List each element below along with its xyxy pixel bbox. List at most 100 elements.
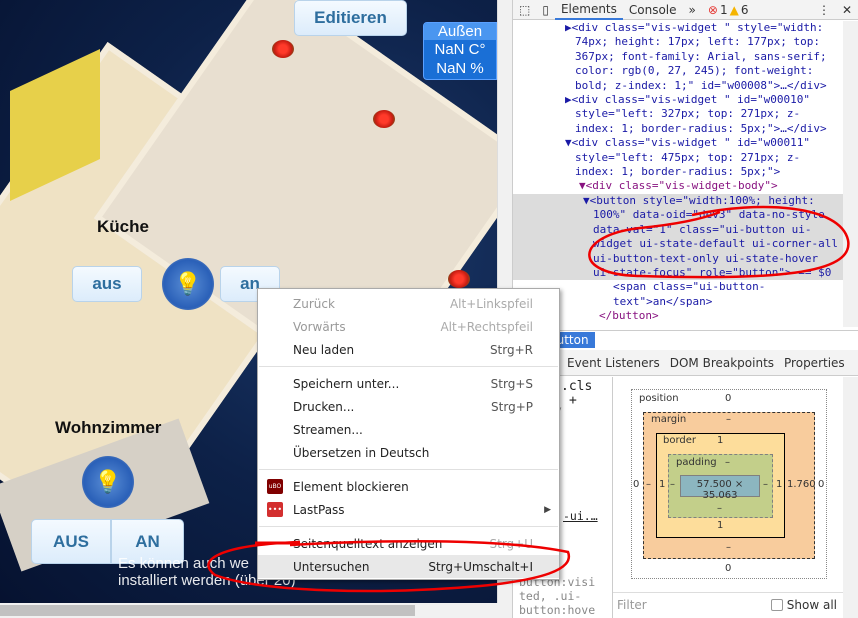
warning-icon: ▲	[729, 2, 739, 17]
filter-input[interactable]: Filter	[617, 598, 647, 612]
margin-top: –	[726, 414, 731, 425]
box-model: position margin border padding 57.500 × …	[613, 377, 843, 589]
dom-node[interactable]: <span class="ui-button-text">an</span>	[513, 280, 843, 309]
tab-event-listeners[interactable]: Event Listeners	[567, 356, 660, 370]
dom-node[interactable]: ▼<div class="vis-widget-body">	[513, 179, 843, 193]
menu-shortcut: Strg+R	[489, 342, 533, 357]
show-all-checkbox[interactable]: Show all	[770, 597, 837, 612]
flower-decoration	[373, 110, 395, 128]
livingroom-off-button[interactable]: AUS	[31, 519, 111, 564]
style-selector: ted, .ui-	[519, 589, 582, 603]
margin-bottom: –	[726, 542, 731, 553]
cls-toggle[interactable]: .cls	[561, 379, 592, 394]
dom-node-selected[interactable]: ▼<button style="width:100%; height: 100%…	[513, 193, 843, 281]
kitchen-lightbulb-icon[interactable]: 💡	[162, 258, 214, 310]
add-rule-button[interactable]: +	[569, 393, 577, 408]
lastpass-icon: •••	[267, 502, 283, 517]
menu-shortcut: Strg+P	[491, 399, 533, 414]
menu-label: Untersuchen	[293, 559, 370, 574]
menu-kebab-icon[interactable]: ⋮	[812, 3, 836, 17]
menu-separator	[259, 469, 558, 470]
border-top: 1	[717, 435, 724, 446]
edit-button[interactable]: Editieren	[294, 0, 407, 36]
devtools-toolbar: ⬚ ▯ Elements Console » ⊗ 1 ▲ 6 ⋮ ✕	[513, 0, 858, 20]
devtools-panel: ⬚ ▯ Elements Console » ⊗ 1 ▲ 6 ⋮ ✕ ▶<div cl…	[512, 0, 858, 618]
position-bottom: 0	[725, 563, 732, 574]
border-label: border	[663, 435, 697, 446]
error-icon: ⊗	[707, 2, 718, 17]
kitchen-off-button[interactable]: aus	[72, 266, 142, 302]
border-right: 1	[776, 479, 783, 490]
dom-node[interactable]: ▶<div class="vis-widget " id="w00010" st…	[523, 93, 843, 136]
menu-shortcut: Alt+Linkspfeil	[449, 296, 533, 311]
menu-shortcut: Strg+S	[490, 376, 533, 391]
more-tabs-button[interactable]: »	[683, 3, 702, 17]
menu-item-block-element[interactable]: uBO Element blockieren	[258, 475, 559, 498]
flower-decoration	[272, 40, 294, 58]
menu-item-save-as[interactable]: Speichern unter... Strg+S	[258, 372, 559, 395]
menu-shortcut: Strg+U	[489, 536, 534, 551]
menu-item-cast[interactable]: Streamen...	[258, 418, 559, 441]
menu-item-forward[interactable]: Vorwärts Alt+Rechtspfeil	[258, 315, 559, 338]
menu-label: Zurück	[293, 296, 335, 311]
margin-right: 1.760	[787, 479, 816, 490]
weather-temp: NaN C°	[434, 41, 486, 58]
page-horizontal-scrollbar[interactable]	[0, 603, 512, 618]
menu-item-inspect[interactable]: Untersuchen Strg+Umschalt+I	[258, 555, 559, 578]
menu-label: Seitenquelltext anzeigen	[293, 536, 443, 551]
error-count[interactable]: ⊗ 1 ▲ 6	[702, 3, 757, 17]
menu-item-view-source[interactable]: Seitenquelltext anzeigen Strg+U	[258, 532, 559, 555]
menu-label: Neu laden	[293, 342, 355, 357]
padding-label: padding	[676, 457, 717, 468]
menu-item-print[interactable]: Drucken... Strg+P	[258, 395, 559, 418]
tab-properties[interactable]: Properties	[784, 356, 845, 370]
style-selector: button:hove	[519, 603, 596, 617]
position-label: position	[639, 393, 679, 404]
dom-tree[interactable]: ▶<div class="vis-widget " style="width: …	[513, 21, 843, 327]
menu-item-back[interactable]: Zurück Alt+Linkspfeil	[258, 292, 559, 315]
padding-right: –	[763, 479, 768, 490]
tab-console[interactable]: Console	[623, 3, 683, 17]
menu-item-lastpass[interactable]: ••• LastPass ▶	[258, 498, 559, 521]
styles-filter: Filter Show all	[613, 592, 843, 616]
close-devtools-icon[interactable]: ✕	[836, 3, 858, 17]
inspect-element-icon[interactable]: ⬚	[513, 3, 536, 17]
padding-left: –	[670, 479, 675, 490]
tab-dom-breakpoints[interactable]: DOM Breakpoints	[670, 356, 774, 370]
menu-shortcut: Strg+Umschalt+I	[428, 559, 533, 574]
weather-humidity: NaN %	[436, 60, 484, 77]
show-all-label: Show all	[786, 597, 837, 612]
styles-scrollbar[interactable]	[843, 377, 858, 618]
device-toolbar-icon[interactable]: ▯	[536, 3, 555, 17]
dom-node[interactable]: ▼<div class="vis-widget " id="w00011" st…	[523, 136, 843, 179]
position-right: 0	[818, 479, 825, 490]
position-left: 0	[633, 479, 640, 490]
menu-shortcut: Alt+Rechtspfeil	[440, 319, 533, 334]
tab-elements[interactable]: Elements	[554, 0, 623, 20]
content-size: 57.500 × 35.063	[696, 479, 744, 501]
menu-label: LastPass	[293, 502, 345, 517]
menu-item-reload[interactable]: Neu laden Strg+R	[258, 338, 559, 361]
menu-separator	[259, 526, 558, 527]
scrollbar-thumb[interactable]	[0, 605, 415, 616]
flower-decoration	[448, 270, 470, 288]
panel-tabs: Event Listeners DOM Breakpoints Properti…	[513, 350, 858, 376]
dom-node[interactable]: ▶<div class="vis-widget " style="width: …	[523, 21, 843, 93]
menu-item-translate[interactable]: Übersetzen in Deutsch	[258, 441, 559, 464]
dom-node[interactable]: </button>	[513, 309, 843, 323]
menu-label: Vorwärts	[293, 319, 346, 334]
border-bottom: 1	[717, 520, 724, 531]
room-label-livingroom: Wohnzimmer	[55, 418, 162, 437]
padding-bottom: –	[717, 503, 722, 514]
dom-scrollbar[interactable]	[843, 21, 858, 327]
livingroom-lightbulb-icon[interactable]: 💡	[82, 456, 134, 508]
border-left: 1	[659, 479, 666, 490]
menu-separator	[259, 366, 558, 367]
context-menu: Zurück Alt+Linkspfeil Vorwärts Alt+Rechtsp…	[257, 288, 560, 580]
submenu-arrow-icon: ▶	[544, 504, 551, 515]
padding-top: –	[725, 457, 730, 468]
margin-left: –	[646, 479, 651, 490]
menu-label: Drucken...	[293, 399, 355, 414]
menu-label: Übersetzen in Deutsch	[293, 445, 430, 460]
ublock-origin-icon: uBO	[267, 479, 283, 494]
